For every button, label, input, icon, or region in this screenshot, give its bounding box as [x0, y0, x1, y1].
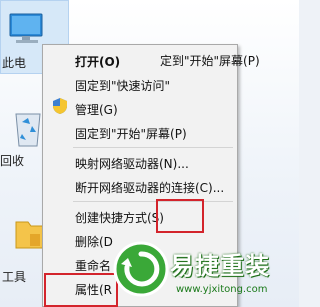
refresh-logo-icon: [113, 241, 169, 297]
menu-item-open[interactable]: 打开(O): [75, 53, 120, 70]
background-menu-fragment: 定到"开始"屏幕(P): [160, 54, 260, 68]
menu-item-disconnect-network-drive[interactable]: 断开网络驱动器的连接(C)...: [75, 179, 224, 196]
annotation-box-properties: [44, 273, 118, 307]
menu-item-map-network-drive[interactable]: 映射网络驱动器(N)...: [75, 155, 189, 172]
watermark-logo: 易捷重装 www.yjxitong.com: [112, 240, 299, 307]
shield-icon: [53, 98, 67, 114]
menu-separator: [73, 201, 233, 202]
brand-url: www.yjxitong.com: [176, 284, 268, 295]
annotation-box: [156, 199, 204, 233]
menu-item-delete[interactable]: 删除(D: [75, 233, 113, 250]
computer-icon: [9, 13, 43, 43]
menu-separator: [73, 147, 233, 148]
desktop-icon-label: 此电: [2, 56, 27, 70]
desktop-icon-label: 工具: [2, 270, 27, 284]
menu-item-pin-start[interactable]: 固定到"开始"屏幕(P): [75, 125, 187, 142]
desktop-icon-label: 回收: [0, 154, 25, 168]
brand-name: 易捷重装: [170, 252, 270, 280]
menu-item-create-shortcut[interactable]: 创建快捷方式(S): [75, 209, 164, 226]
menu-item-pin-quick-access[interactable]: 固定到"快速访问": [75, 77, 170, 94]
menu-item-rename[interactable]: 重命名: [75, 257, 111, 274]
menu-item-manage[interactable]: 管理(G): [75, 101, 118, 118]
